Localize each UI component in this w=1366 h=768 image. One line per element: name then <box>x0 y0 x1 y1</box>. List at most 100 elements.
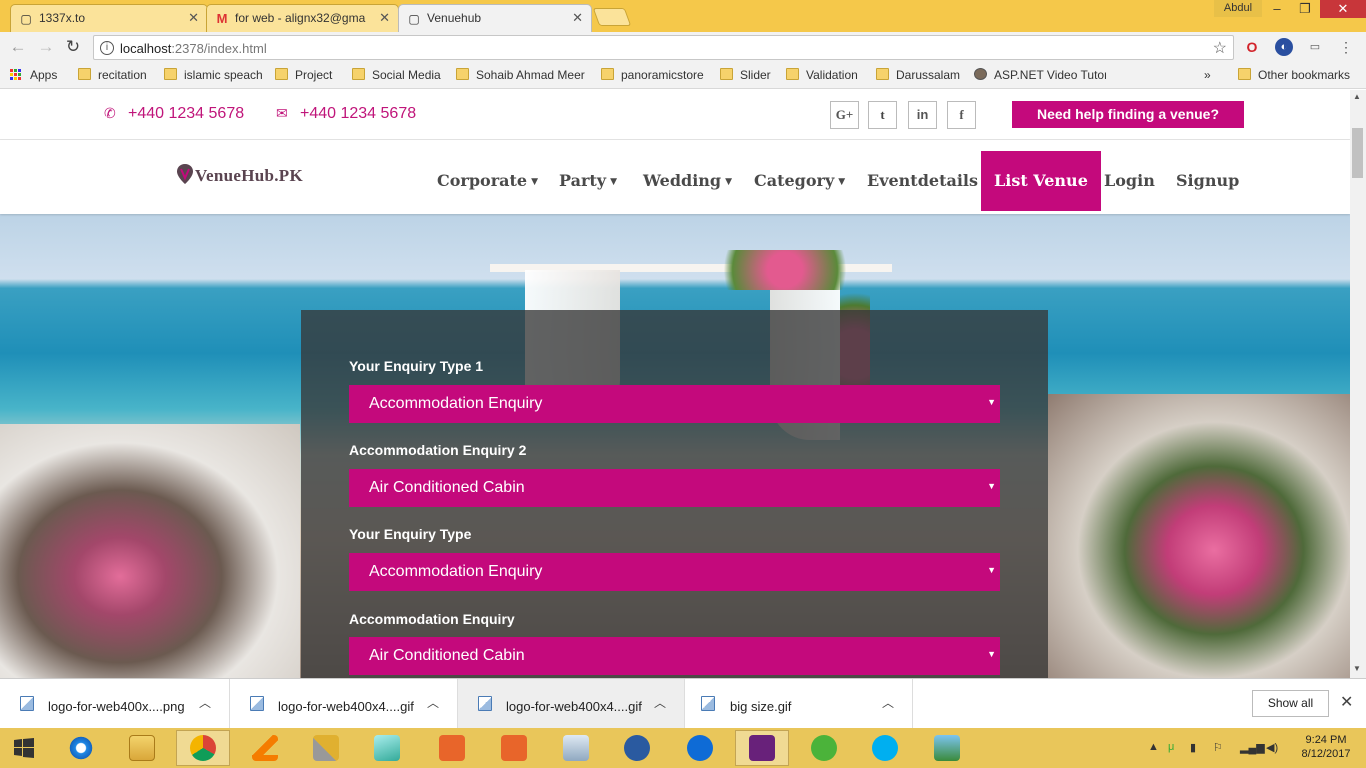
bookmark-apps[interactable]: Apps <box>10 68 57 82</box>
nav-login[interactable]: Login <box>1104 151 1155 211</box>
show-all-downloads-button[interactable]: Show all <box>1252 690 1329 717</box>
nav-list-venue[interactable]: List Venue <box>981 151 1101 211</box>
profile-name[interactable]: Abdul <box>1214 0 1262 17</box>
tray-device-icon[interactable]: ▮ <box>1190 741 1196 754</box>
bookmark-folder[interactable]: Slider <box>720 68 771 82</box>
clock-time: 9:24 PM <box>1305 734 1347 746</box>
opera-icon[interactable]: O <box>1243 38 1261 56</box>
dropdown-arrow-icon: ▼ <box>987 649 996 659</box>
bookmark-folder[interactable]: Social Media <box>352 68 441 82</box>
notepad-icon[interactable] <box>360 730 414 766</box>
accommodation-enquiry-select[interactable]: Air Conditioned Cabin ▼ <box>349 637 1000 675</box>
skype-icon[interactable] <box>858 730 912 766</box>
network-icon[interactable]: ▂▄▆ <box>1240 741 1265 754</box>
bookmark-folder[interactable]: Project <box>275 68 332 82</box>
reload-icon[interactable]: ↻ <box>63 37 83 57</box>
close-icon[interactable]: ✕ <box>188 10 199 26</box>
teamviewer-icon[interactable] <box>673 730 727 766</box>
other-bookmarks[interactable]: Other bookmarks <box>1238 68 1350 82</box>
bookmark-folder[interactable]: panoramicstore <box>601 68 704 82</box>
twitter-icon[interactable]: t <box>868 101 897 129</box>
help-finding-venue-button[interactable]: Need help finding a venue? <box>1012 101 1244 128</box>
nav-signup[interactable]: Signup <box>1176 151 1239 211</box>
bookmark-link[interactable]: ASP.NET Video Tutori <box>974 68 1106 82</box>
enquiry-type-1-select[interactable]: Accommodation Enquiry ▼ <box>349 385 1000 423</box>
download-item[interactable]: logo-for-web400x4....gif ︿ <box>230 679 458 729</box>
bookmark-folder[interactable]: recitation <box>78 68 147 82</box>
utorrent-tray-icon[interactable]: μ <box>1168 741 1174 753</box>
menu-icon[interactable]: ⋮ <box>1337 38 1355 56</box>
image-file-icon <box>250 696 264 711</box>
chevron-up-icon[interactable]: ︿ <box>427 694 439 711</box>
site-logo[interactable]: VenueHub.PK <box>176 163 303 186</box>
utorrent-icon[interactable] <box>797 730 851 766</box>
cast-icon[interactable]: ▭ <box>1306 38 1324 56</box>
file-explorer-icon[interactable] <box>115 730 169 766</box>
minimize-icon[interactable]: – <box>1262 0 1292 18</box>
address-url[interactable]: localhost:2378/index.html <box>120 41 267 56</box>
volume-icon[interactable]: ◀) <box>1266 741 1278 754</box>
location-pin-icon <box>177 164 193 184</box>
browser-tab-active[interactable]: ▢ Venuehub ✕ <box>398 4 592 32</box>
internet-explorer-icon[interactable] <box>54 730 108 766</box>
scrollbar-thumb[interactable] <box>1352 128 1363 178</box>
extension-icon[interactable]: ◐ <box>1275 38 1293 56</box>
enquiry-type-select[interactable]: Accommodation Enquiry ▼ <box>349 553 1000 591</box>
page-scrollbar[interactable]: ▲ ▼ <box>1350 90 1366 678</box>
contact-email[interactable]: ✉ +440 1234 5678 <box>276 105 416 123</box>
download-item[interactable]: big size.gif ︿ <box>685 679 913 729</box>
window-close-icon[interactable]: ✕ <box>1320 0 1366 18</box>
contact-phone[interactable]: ✆ +440 1234 5678 <box>104 105 244 123</box>
maximize-icon[interactable]: ❐ <box>1290 0 1320 18</box>
bookmark-folder[interactable]: Darussalam <box>876 68 960 82</box>
tools-icon[interactable] <box>299 730 353 766</box>
browser-tab[interactable]: M for web - alignx32@gma ✕ <box>206 4 399 32</box>
nav-party[interactable]: Party ▼ <box>559 151 617 211</box>
linkedin-icon[interactable]: in <box>908 101 937 129</box>
bookmark-folder[interactable]: Validation <box>786 68 858 82</box>
chevron-up-icon[interactable]: ︿ <box>199 694 211 711</box>
vlc-icon[interactable] <box>238 730 292 766</box>
nav-category[interactable]: Category ▼ <box>754 151 845 211</box>
new-tab-button[interactable] <box>592 8 632 26</box>
guests-right <box>1048 394 1350 678</box>
folder-icon <box>786 68 799 80</box>
dropdown-arrow-icon: ▼ <box>987 397 996 407</box>
address-bar[interactable]: i localhost:2378/index.html ☆ <box>93 35 1234 60</box>
browser-tab[interactable]: ▢ 1337x.to ✕ <box>10 4 208 32</box>
photos-app-icon[interactable] <box>920 730 974 766</box>
scroll-down-icon[interactable]: ▼ <box>1353 664 1361 673</box>
close-icon[interactable]: ✕ <box>379 10 390 26</box>
chrome-icon[interactable] <box>176 730 230 766</box>
eagle-app-icon[interactable] <box>610 730 664 766</box>
back-icon[interactable]: ← <box>8 37 28 57</box>
nav-corporate[interactable]: Corporate ▼ <box>437 151 538 211</box>
info-icon[interactable]: i <box>100 41 114 55</box>
bookmark-folder[interactable]: Sohaib Ahmad Meer <box>456 68 585 82</box>
windows-start-icon[interactable] <box>0 730 48 766</box>
close-icon[interactable]: ✕ <box>1340 692 1353 712</box>
chevron-up-icon[interactable]: ︿ <box>882 694 894 711</box>
taskbar-clock[interactable]: 9:24 PM 8/12/2017 <box>1296 733 1356 761</box>
nav-wedding[interactable]: Wedding ▼ <box>643 151 732 211</box>
monitor-app-icon[interactable] <box>549 730 603 766</box>
orange-app-icon[interactable] <box>425 730 479 766</box>
chevron-up-icon[interactable]: ︿ <box>654 694 666 711</box>
accommodation-enquiry-2-select[interactable]: Air Conditioned Cabin ▼ <box>349 469 1000 507</box>
close-icon[interactable]: ✕ <box>572 10 583 26</box>
tray-expand-icon[interactable]: ▲ <box>1148 741 1159 753</box>
facebook-icon[interactable]: f <box>947 101 976 129</box>
scroll-up-icon[interactable]: ▲ <box>1353 92 1361 101</box>
bookmark-folder[interactable]: islamic speach <box>164 68 263 82</box>
visual-studio-icon[interactable] <box>735 730 789 766</box>
forward-icon[interactable]: → <box>36 37 56 57</box>
download-item[interactable]: logo-for-web400x....png ︿ <box>0 679 230 729</box>
bookmarks-bar: Apps recitation islamic speach Project S… <box>0 62 1366 89</box>
google-plus-icon[interactable]: G+ <box>830 101 859 129</box>
download-item[interactable]: logo-for-web400x4....gif ︿ <box>458 679 685 729</box>
nav-eventdetails[interactable]: Eventdetails <box>867 151 978 211</box>
bookmarks-overflow[interactable]: » <box>1186 68 1211 82</box>
camera-app-icon[interactable] <box>487 730 541 766</box>
bookmark-star-icon[interactable]: ☆ <box>1213 38 1227 58</box>
tray-flag-icon[interactable]: ⚐ <box>1213 741 1223 754</box>
